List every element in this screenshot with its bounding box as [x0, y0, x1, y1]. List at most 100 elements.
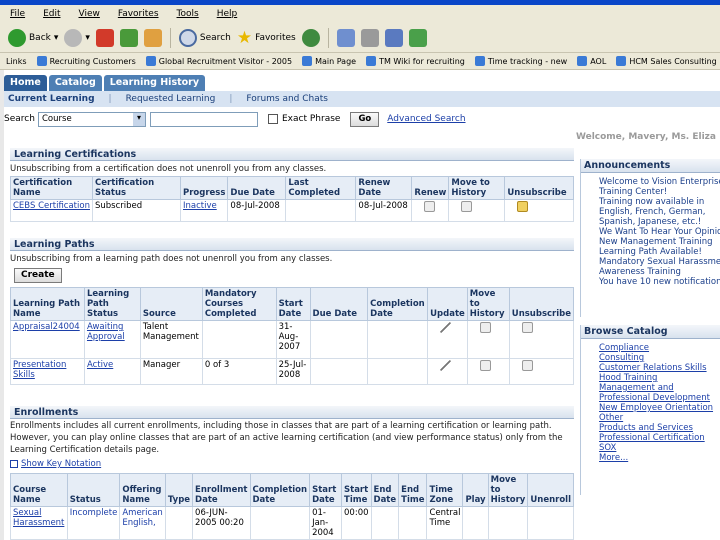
forward-arrow-icon [64, 28, 83, 47]
subnav-forums-chats[interactable]: Forums and Chats [246, 94, 328, 104]
learning-path-name-link[interactable]: Appraisal24004 [13, 322, 80, 332]
offering-type [164, 506, 194, 540]
learning-path-mandatory: 0 of 3 [201, 358, 277, 385]
certifications-heading: Learning Certifications [10, 148, 574, 161]
col-type: Type [164, 473, 194, 507]
learning-path-status-link[interactable]: Active [87, 360, 113, 370]
catalog-link-professional-cert[interactable]: Professional Certification [599, 433, 705, 443]
course-name-link[interactable]: Sexual Harassment [13, 508, 64, 528]
learning-path-status-link[interactable]: Awaiting Approval [87, 322, 125, 342]
stop-icon[interactable] [95, 28, 114, 47]
unsubscribe-icon[interactable] [521, 322, 533, 333]
search-input[interactable] [150, 111, 258, 127]
move-to-history-icon[interactable] [461, 201, 473, 212]
subnav-current-learning[interactable]: Current Learning [8, 94, 95, 104]
col-learning-path-status: Learning Path Status [83, 287, 141, 321]
links-label: Links [6, 56, 27, 66]
tab-learning-history[interactable]: Learning History [103, 75, 206, 91]
tab-home[interactable]: Home [4, 75, 47, 91]
announcement-item[interactable]: Training now available in [599, 197, 720, 207]
unsubscribe-icon[interactable] [517, 201, 529, 212]
certifications-table: Certification Name Certification Status … [10, 176, 574, 222]
sub-navigation: Current Learning | Requested Learning | … [4, 91, 720, 107]
advanced-search-link[interactable]: Advanced Search [387, 114, 465, 124]
move-to-history-icon[interactable] [479, 322, 491, 333]
history-icon[interactable] [301, 28, 320, 47]
move-to-history-icon[interactable] [479, 360, 491, 371]
announcement-item[interactable]: Welcome to Vision Enterprises [599, 177, 720, 187]
announcement-item[interactable]: New Management Training [599, 237, 720, 247]
menu-tools[interactable]: Tools [177, 9, 199, 19]
home-icon[interactable] [143, 28, 162, 47]
go-button[interactable]: Go [350, 111, 380, 127]
catalog-link-new-employee[interactable]: New Employee Orientation [599, 403, 713, 413]
col-learning-path-name: Learning Path Name [10, 287, 85, 321]
search-scope-select[interactable]: Course [38, 111, 146, 127]
catalog-link-more[interactable]: More... [599, 453, 628, 463]
subnav-requested-learning[interactable]: Requested Learning [126, 94, 216, 104]
menu-file[interactable]: File [10, 9, 25, 19]
enrollments-note-2: However, you can play online classes tha… [10, 433, 563, 443]
certification-name-link[interactable]: CEBS Certification [13, 201, 90, 211]
link-tm-wiki[interactable]: TM Wiki for recruiting [366, 56, 465, 66]
col-renew: Renew [411, 176, 450, 200]
link-page-icon [616, 56, 627, 66]
col-mandatory-courses: Mandatory Courses Completed [201, 287, 277, 321]
catalog-link-products-services[interactable]: Products and Services [599, 423, 693, 433]
search-button[interactable]: Search [178, 28, 231, 47]
col-completion-date: Completion Date [249, 473, 311, 507]
favorites-button[interactable]: ★ Favorites [237, 28, 296, 48]
edit-icon[interactable] [384, 28, 403, 47]
exact-phrase-checkbox[interactable] [268, 114, 278, 124]
tab-catalog[interactable]: Catalog [48, 75, 102, 91]
table-header-row: Certification Name Certification Status … [10, 176, 574, 200]
print-icon[interactable] [360, 28, 379, 47]
back-button[interactable]: Back ▾ [8, 28, 58, 47]
catalog-link-customer-relations[interactable]: Customer Relations Skills [599, 363, 707, 373]
col-due-date: Due Date [227, 176, 287, 200]
menu-edit[interactable]: Edit [43, 9, 60, 19]
announcements-panel: Announcements Welcome to Vision Enterpri… [580, 159, 720, 317]
learning-path-name-link[interactable]: Presentation Skills [13, 360, 66, 380]
link-time-tracking[interactable]: Time tracking - new [474, 56, 567, 66]
show-key-notation[interactable]: Show Key Notation [10, 459, 101, 469]
update-pencil-icon[interactable] [440, 360, 452, 371]
announcement-item[interactable]: You have 10 new notifications [599, 277, 720, 287]
link-aol[interactable]: AOL [577, 56, 606, 66]
link-main-page[interactable]: Main Page [302, 56, 356, 66]
mail-icon[interactable] [336, 28, 355, 47]
forward-button[interactable]: ▾ [64, 28, 90, 47]
link-global-recruitment[interactable]: Global Recruitment Visitor - 2005 [145, 56, 292, 66]
update-pencil-icon[interactable] [440, 322, 452, 333]
refresh-icon[interactable] [119, 28, 138, 47]
messenger-icon[interactable] [408, 28, 427, 47]
catalog-link-other[interactable]: Other [599, 413, 623, 423]
create-button[interactable]: Create [14, 268, 62, 283]
menu-favorites[interactable]: Favorites [118, 9, 159, 19]
announcement-item[interactable]: We Want To Hear Your Opinion [599, 227, 720, 237]
col-end-time: End Time [398, 473, 428, 507]
col-enrollment-date: Enrollment Date [192, 473, 251, 507]
catalog-link-consulting[interactable]: Consulting [599, 353, 644, 363]
offering-name: American English, [119, 506, 166, 540]
col-start-time: Start Time [341, 473, 372, 507]
announcement-item[interactable]: Mandatory Sexual Harassment [599, 257, 720, 267]
unsubscribe-icon[interactable] [521, 360, 533, 371]
enrollments-note-3: Learning Certification details page. [10, 445, 160, 455]
catalog-link-management[interactable]: Management and Professional Development [599, 383, 710, 403]
catalog-link-compliance[interactable]: Compliance [599, 343, 649, 353]
table-row: Presentation Skills Active Manager 0 of … [10, 358, 575, 385]
link-page-icon [577, 56, 588, 66]
menu-help[interactable]: Help [217, 9, 238, 19]
certification-progress-link[interactable]: Inactive [183, 201, 217, 211]
catalog-link-sox[interactable]: SOX [599, 443, 616, 453]
learning-paths-heading: Learning Paths [10, 238, 574, 251]
catalog-link-hood-training[interactable]: Hood Training [599, 373, 657, 383]
table-header-row: Course Name Status Offering Name Type En… [10, 473, 574, 507]
links-bar: Links Recruiting Customers Global Recrui… [0, 53, 720, 70]
menu-view[interactable]: View [79, 9, 100, 19]
link-recruiting-customers[interactable]: Recruiting Customers [36, 56, 136, 66]
renew-icon[interactable] [424, 201, 436, 212]
link-hcm-sales[interactable]: HCM Sales Consulting [616, 56, 717, 66]
col-progress: Progress [179, 176, 229, 200]
